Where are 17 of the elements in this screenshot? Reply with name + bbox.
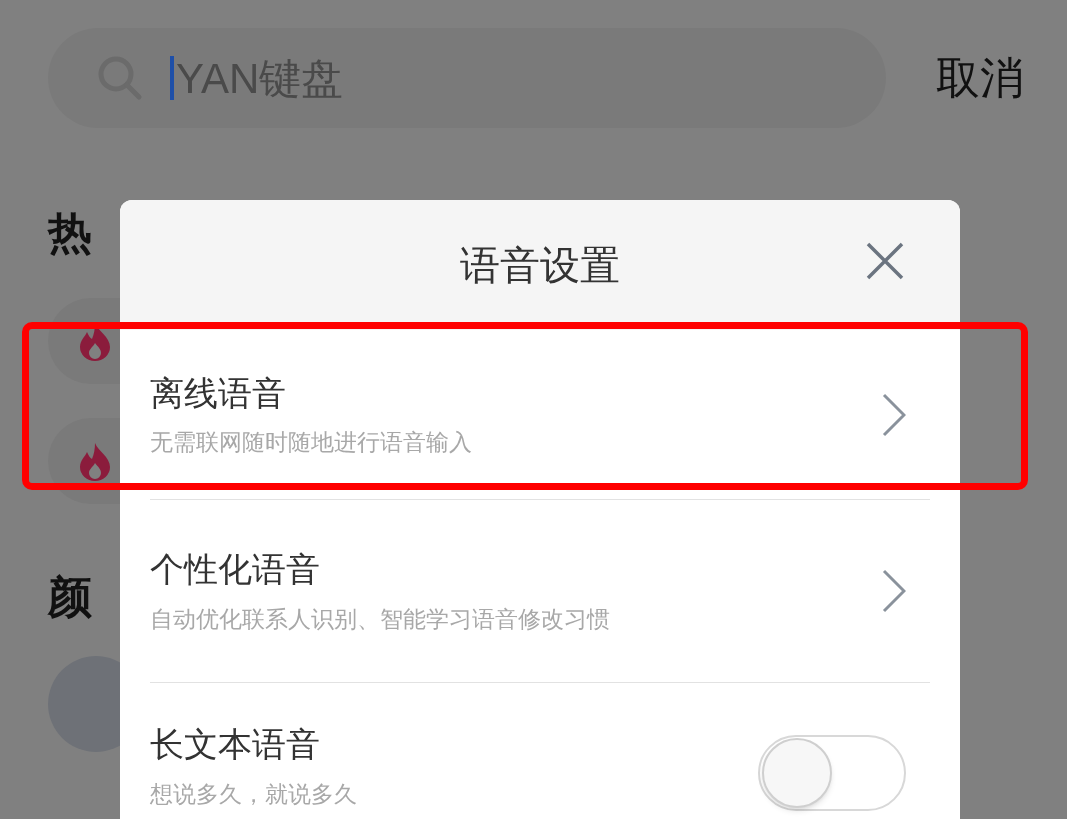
row-title: 离线语音 <box>150 372 287 414</box>
settings-row[interactable]: 长文本语音 想说多久，就说多久 <box>150 683 930 811</box>
flame-icon <box>78 441 112 481</box>
dialog-title: 语音设置 <box>460 242 620 289</box>
section-heading: 颜 <box>48 571 92 623</box>
chevron-right-icon <box>882 569 906 613</box>
close-icon[interactable] <box>866 242 904 280</box>
row-subtitle: 想说多久，就说多久 <box>150 779 357 809</box>
cancel-button[interactable]: 取消 <box>936 45 1024 111</box>
settings-row[interactable]: 离线语音 无需联网随时随地进行语音输入 <box>150 330 930 500</box>
settings-row[interactable]: 个性化语音 自动优化联系人识别、智能学习语音修改习惯 <box>150 500 930 683</box>
row-title: 长文本语音 <box>150 724 321 765</box>
chevron-right-icon <box>882 392 906 437</box>
row-title: 个性化语音 <box>150 549 321 591</box>
row-subtitle: 无需联网随时随地进行语音输入 <box>150 428 472 458</box>
section-heading: 热 <box>48 207 92 259</box>
row-subtitle: 自动优化联系人识别、智能学习语音修改习惯 <box>150 604 610 634</box>
